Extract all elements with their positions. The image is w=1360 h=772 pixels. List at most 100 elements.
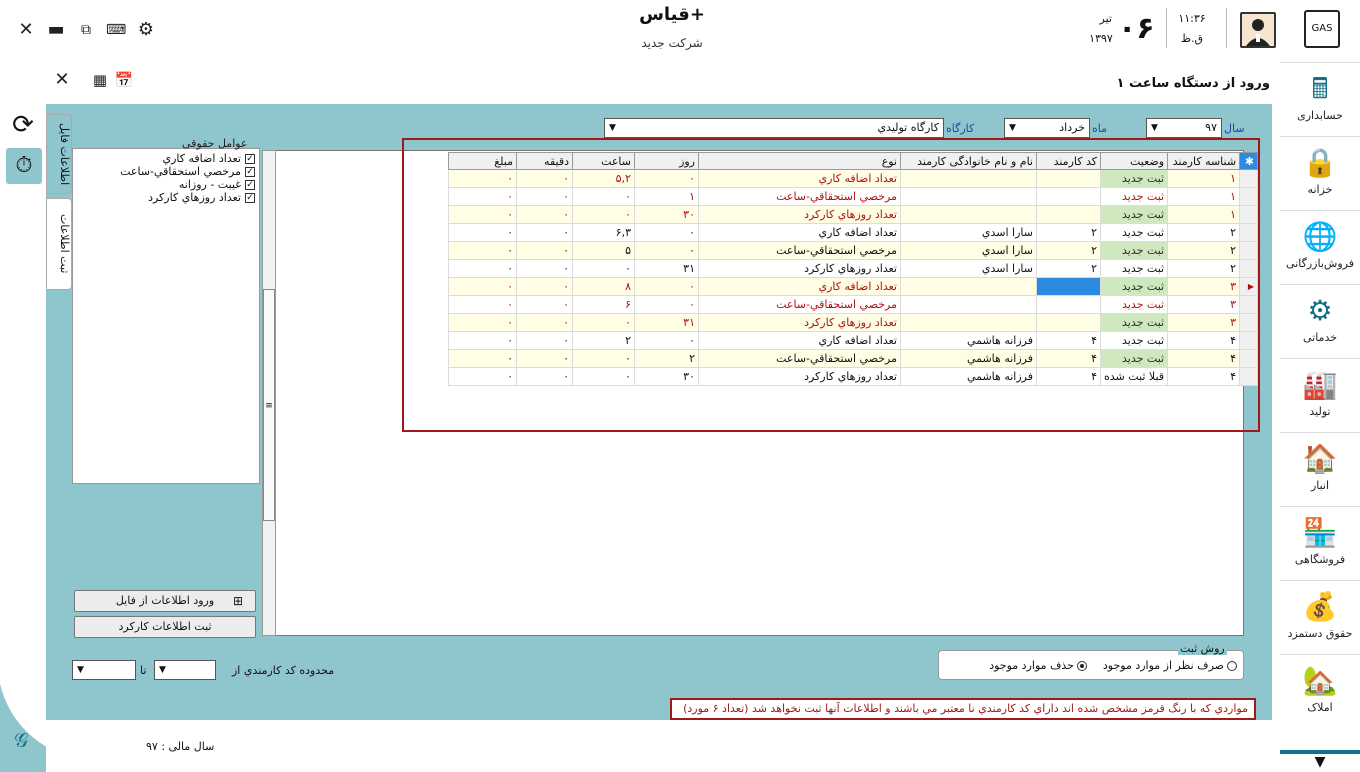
date-day: ۰۶ (1118, 11, 1155, 46)
scroll-down-icon[interactable]: ▼ (1280, 750, 1360, 772)
range-label: محدوده کد کارمندي از (232, 664, 335, 677)
close-form-icon[interactable]: ✕ (52, 68, 72, 92)
range-to-select[interactable]: ▼ (72, 660, 136, 680)
date-month: تیر (1099, 12, 1112, 25)
nav-icon-5: 🏠 (1302, 442, 1338, 475)
nav-item-label: خدماتی (1302, 331, 1338, 344)
nav-item-3[interactable]: ⚙ خدماتی (1280, 284, 1360, 356)
factor-checkbox[interactable]: مرخصي استحقاقي-ساعت ✓ (73, 165, 259, 178)
radio-ignore-existing[interactable]: صرف نظر از موارد موجود (1103, 659, 1237, 672)
factor-checkbox[interactable]: غيبت - روزانه ✓ (73, 178, 259, 191)
close-icon[interactable]: ✕ (16, 18, 36, 42)
check-icon: ✓ (245, 154, 255, 164)
check-icon: ✓ (245, 180, 255, 190)
nav-item-label: تولید (1309, 405, 1331, 418)
keyboard-icon[interactable]: ⌨ (106, 18, 126, 42)
factor-label: تعداد روزهاي كاركرد (148, 191, 241, 204)
restore-icon[interactable]: ⧉ (76, 18, 96, 42)
nav-icon-8: 🏡 (1302, 664, 1338, 697)
page-title: ورود از دستگاه ساعت ١ (1116, 76, 1270, 91)
nav-item-label: خزانه (1307, 183, 1333, 196)
year-select[interactable]: ▼ ۹۷ (1146, 118, 1222, 138)
add-file-icon: ⊞ (233, 594, 244, 608)
fiscal-year: سال مالی : ۹۷ (146, 740, 215, 753)
tab-register-info[interactable]: ثبت اطلاعات (46, 198, 72, 290)
nav-item-4[interactable]: 🏭 تولید (1280, 358, 1360, 430)
month-label: ماه (1092, 122, 1108, 135)
avatar[interactable] (1240, 12, 1276, 48)
calculator-icon[interactable]: ▦ (90, 68, 110, 92)
minimize-icon[interactable]: ▬ (46, 18, 66, 42)
nav-icon-0: 🖩 (1311, 72, 1329, 105)
range-from-select[interactable]: ▼ (154, 660, 216, 680)
year-label: سال (1224, 122, 1245, 135)
import-file-button[interactable]: ورود اطلاعات از فايل ⊞ (74, 590, 256, 612)
month-select[interactable]: ▼ خرداد (1004, 118, 1090, 138)
factor-label: مرخصي استحقاقي-ساعت (120, 165, 241, 178)
app-title: قیاس+ (639, 4, 705, 25)
radio-circle (1077, 661, 1087, 671)
nav-item-label: حسابداری (1297, 109, 1343, 122)
nav-icon-6: 🏪 (1302, 516, 1338, 549)
radio-circle (1227, 661, 1237, 671)
workshop-select[interactable]: ▼ کارگاه تولیدي (604, 118, 944, 138)
save-method-title: روش ثبت (1178, 642, 1227, 655)
factor-label: تعداد اضافه كاري (162, 152, 241, 165)
payroll-factors-title: عوامل حقوقی (182, 137, 248, 150)
factor-label: غيبت - روزانه (178, 178, 241, 191)
nav-icon-3: ⚙ (1307, 294, 1333, 327)
payroll-factors-panel: تعداد اضافه كاري ✓ مرخصي استحقاقي-ساعت ✓ غيب… (72, 148, 260, 484)
chevron-down-icon: ▼ (77, 665, 84, 675)
factor-checkbox[interactable]: تعداد اضافه كاري ✓ (73, 152, 259, 165)
logo: GAS (1304, 10, 1340, 48)
nav-item-1[interactable]: 🔒 خزانه (1280, 136, 1360, 208)
nav-item-0[interactable]: 🖩 حسابداری (1280, 62, 1360, 134)
chevron-down-icon: ▼ (159, 665, 166, 675)
clock-device-icon[interactable]: ⏱ (6, 148, 42, 184)
nav-item-label: حقوق دستمزد (1287, 627, 1353, 640)
check-icon: ✓ (245, 193, 255, 203)
nav-item-6[interactable]: 🏪 فروشگاهی (1280, 506, 1360, 578)
check-icon: ✓ (245, 167, 255, 177)
divider (1226, 8, 1227, 48)
brand-icon: 𝒢 (14, 728, 29, 752)
chevron-down-icon: ▼ (1151, 123, 1158, 133)
left-strip: ⟳ ⏱ 𝒢 (0, 104, 140, 772)
nav-icon-4: 🏭 (1302, 368, 1338, 401)
refresh-icon[interactable]: ⟳ (8, 110, 38, 140)
page-header: ✕ ▦ 📅 ورود از دستگاه ساعت ١ (0, 62, 1280, 104)
divider (1166, 8, 1167, 48)
calendar-icon[interactable]: 📅 (114, 68, 134, 92)
main-nav: GAS 🖩 حسابداری 🔒 خزانه 🌐 فروش‌بازرگانی ⚙ خدماتی… (1280, 0, 1360, 772)
gear-icon[interactable]: ⚙ (136, 18, 156, 42)
date-year: ۱۳۹۷ (1089, 32, 1113, 45)
scroll-thumb[interactable]: ≡ (263, 289, 275, 521)
clock-time: ۱۱:۳۶ (1178, 12, 1206, 25)
range-to-label: تا (140, 664, 147, 677)
nav-icon-7: 💰 (1302, 590, 1338, 623)
company-name: شرکت جدید (641, 36, 703, 50)
warning-message: مواردي كه با رنگ قرمز مشخص شده اند داراي… (670, 698, 1256, 720)
chevron-down-icon: ▼ (1009, 123, 1016, 133)
nav-item-label: فروش‌بازرگانی (1286, 257, 1354, 270)
clock-ampm: ق.ظ (1180, 32, 1204, 45)
nav-item-label: فروشگاهی (1294, 553, 1346, 566)
highlight-frame (402, 138, 1260, 432)
nav-item-7[interactable]: 💰 حقوق دستمزد (1280, 580, 1360, 652)
top-bar: ✕ ▬ ⧉ ⌨ ⚙ قیاس+ شرکت جدید تیر ۰۶ ۱۳۹۷ ۱۱… (0, 0, 1280, 62)
nav-item-5[interactable]: 🏠 انبار (1280, 432, 1360, 504)
nav-item-8[interactable]: 🏡 املاک (1280, 654, 1360, 726)
status-bar (46, 720, 1272, 772)
save-work-button[interactable]: ثبت اطلاعات كاركرد (74, 616, 256, 638)
tab-file-info[interactable]: اطلاعات فایل (46, 114, 72, 194)
nav-item-label: املاک (1307, 701, 1333, 714)
vertical-scrollbar[interactable]: ≡ (262, 150, 276, 636)
factor-checkbox[interactable]: تعداد روزهاي كاركرد ✓ (73, 191, 259, 204)
nav-icon-2: 🌐 (1302, 220, 1338, 253)
radio-delete-existing[interactable]: حذف موارد موجود (989, 659, 1087, 672)
nav-item-2[interactable]: 🌐 فروش‌بازرگانی (1280, 210, 1360, 282)
workshop-label: کارگاه (946, 122, 975, 135)
nav-icon-1: 🔒 (1302, 146, 1338, 179)
user-icon (1246, 19, 1270, 46)
chevron-down-icon: ▼ (609, 123, 616, 133)
